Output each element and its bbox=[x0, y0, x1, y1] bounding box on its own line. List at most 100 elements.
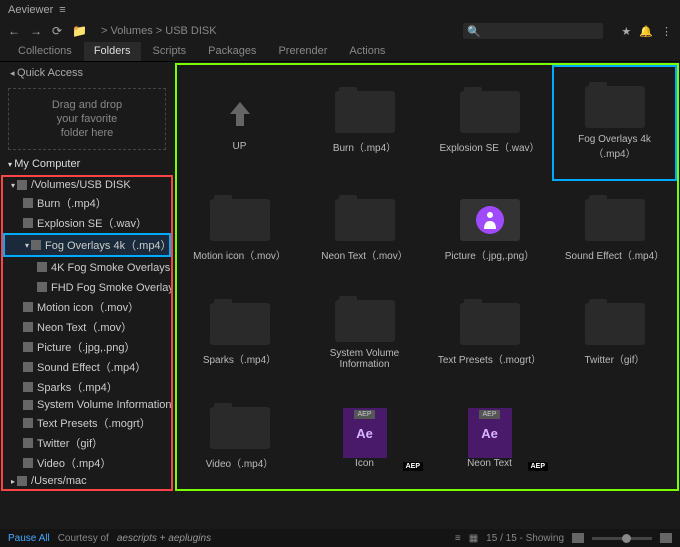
folder-icon bbox=[335, 91, 395, 133]
grid-sound[interactable]: Sound Effect（.mp4） bbox=[552, 181, 677, 282]
folder-icon bbox=[335, 300, 395, 342]
dropzone-line2: your favorite bbox=[57, 113, 118, 125]
aep-badge: AEP bbox=[403, 462, 423, 471]
courtesy-label: Courtesy of bbox=[58, 533, 109, 544]
folder-icon bbox=[23, 362, 33, 372]
star-icon[interactable]: ★ bbox=[621, 25, 631, 38]
bell-icon[interactable]: 🔔 bbox=[639, 25, 653, 38]
folder-icon bbox=[17, 476, 27, 486]
dropzone[interactable]: Drag and drop your favorite folder here bbox=[8, 88, 166, 150]
grid: UP Burn（.mp4） Explosion SE（.wav） Fog Ove… bbox=[175, 63, 679, 491]
up-icon bbox=[210, 93, 270, 135]
tree-fog[interactable]: Fog Overlays 4k（.mp4） bbox=[3, 233, 171, 257]
tree: /Volumes/USB DISK Burn（.mp4） Explosion S… bbox=[1, 175, 173, 491]
aep-badge: AEP bbox=[528, 462, 548, 471]
tree-explosion[interactable]: Explosion SE（.wav） bbox=[3, 213, 171, 233]
breadcrumb-usbdisk[interactable]: USB DISK bbox=[165, 25, 216, 37]
grid-neontext-aep[interactable]: AeNeon TextAEP bbox=[427, 389, 552, 490]
grid-motion[interactable]: Motion icon（.mov） bbox=[177, 181, 302, 282]
back-icon[interactable]: ← bbox=[8, 24, 20, 38]
picture-thumb bbox=[460, 199, 520, 241]
search-input[interactable]: 🔍 bbox=[463, 23, 603, 39]
grid-icon-aep[interactable]: AeIconAEP bbox=[302, 389, 427, 490]
grid-up[interactable]: UP bbox=[177, 65, 302, 181]
folder-icon bbox=[17, 180, 27, 190]
dropzone-line1: Drag and drop bbox=[52, 99, 122, 111]
folder-icon bbox=[210, 407, 270, 449]
folder-icon bbox=[23, 302, 33, 312]
folder-icon bbox=[210, 303, 270, 345]
tree-presets[interactable]: Text Presets（.mogrt） bbox=[3, 413, 171, 433]
tree-picture[interactable]: Picture（.jpg,.png） bbox=[3, 337, 171, 357]
grid-presets[interactable]: Text Presets（.mogrt） bbox=[427, 281, 552, 389]
tree-burn[interactable]: Burn（.mp4） bbox=[3, 193, 171, 213]
folder-icon bbox=[585, 199, 645, 241]
folder-icon bbox=[460, 91, 520, 133]
tab-actions[interactable]: Actions bbox=[339, 42, 395, 61]
tab-prerender[interactable]: Prerender bbox=[268, 42, 337, 61]
tree-fog4k[interactable]: 4K Fog Smoke Overlays（.mp4） bbox=[3, 257, 171, 277]
view-large-icon[interactable] bbox=[660, 533, 672, 543]
tree-motion[interactable]: Motion icon（.mov） bbox=[3, 297, 171, 317]
breadcrumb: > Volumes > USB DISK bbox=[101, 25, 217, 37]
aep-icon: Ae bbox=[343, 408, 387, 458]
tree-neon[interactable]: Neon Text（.mov） bbox=[3, 317, 171, 337]
aescripts-logo[interactable]: aescripts + aeplugins bbox=[117, 533, 211, 544]
folder-icon bbox=[23, 458, 33, 468]
folder-icon bbox=[23, 198, 33, 208]
grid-icon[interactable]: ▦ bbox=[469, 533, 478, 544]
dropzone-line3: folder here bbox=[61, 127, 114, 139]
tree-root[interactable]: /Volumes/USB DISK bbox=[3, 177, 171, 193]
folder-icon bbox=[37, 282, 47, 292]
grid-empty bbox=[552, 389, 677, 490]
tree-video[interactable]: Video（.mp4） bbox=[3, 453, 171, 473]
forward-icon[interactable]: → bbox=[30, 24, 42, 38]
tree-twitter[interactable]: Twitter（gif） bbox=[3, 433, 171, 453]
tab-scripts[interactable]: Scripts bbox=[143, 42, 197, 61]
grid-fog[interactable]: Fog Overlays 4k（.mp4） bbox=[552, 65, 677, 181]
folder-icon bbox=[23, 322, 33, 332]
refresh-icon[interactable]: ⟳ bbox=[52, 24, 62, 38]
grid-explosion[interactable]: Explosion SE（.wav） bbox=[427, 65, 552, 181]
grid-picture[interactable]: Picture（.jpg,.png） bbox=[427, 181, 552, 282]
count-label: 15 / 15 - Showing bbox=[486, 533, 564, 544]
quick-access[interactable]: Quick Access bbox=[0, 62, 174, 84]
folder-icon[interactable]: 📁 bbox=[72, 24, 87, 38]
folder-icon bbox=[23, 438, 33, 448]
my-computer[interactable]: My Computer bbox=[0, 154, 174, 174]
folder-icon bbox=[460, 303, 520, 345]
folder-icon bbox=[585, 303, 645, 345]
zoom-slider[interactable] bbox=[592, 537, 652, 540]
tab-collections[interactable]: Collections bbox=[8, 42, 82, 61]
grid-video[interactable]: Video（.mp4） bbox=[177, 389, 302, 490]
pause-all[interactable]: Pause All bbox=[8, 533, 50, 544]
folder-icon bbox=[23, 400, 33, 410]
tree-fogfhd[interactable]: FHD Fog Smoke Overlays（.mp4） bbox=[3, 277, 171, 297]
folder-icon bbox=[23, 382, 33, 392]
grid-neon[interactable]: Neon Text（.mov） bbox=[302, 181, 427, 282]
folder-icon bbox=[23, 342, 33, 352]
folder-icon bbox=[37, 262, 47, 272]
breadcrumb-volumes[interactable]: Volumes bbox=[111, 25, 153, 37]
grid-sparks[interactable]: Sparks（.mp4） bbox=[177, 281, 302, 389]
menu-icon[interactable]: ≡ bbox=[59, 4, 65, 16]
aep-icon: Ae bbox=[468, 408, 512, 458]
folder-icon bbox=[23, 218, 33, 228]
folder-icon bbox=[23, 418, 33, 428]
folder-icon bbox=[335, 199, 395, 241]
view-small-icon[interactable] bbox=[572, 533, 584, 543]
more-icon[interactable]: ⋮ bbox=[661, 25, 672, 38]
tree-mac[interactable]: /Users/mac bbox=[3, 473, 171, 489]
tab-packages[interactable]: Packages bbox=[198, 42, 266, 61]
tree-sysvol[interactable]: System Volume Information bbox=[3, 397, 171, 413]
list-icon[interactable]: ≡ bbox=[455, 533, 461, 544]
folder-icon bbox=[585, 86, 645, 128]
person-icon bbox=[476, 206, 504, 234]
tree-sparks[interactable]: Sparks（.mp4） bbox=[3, 377, 171, 397]
tab-folders[interactable]: Folders bbox=[84, 42, 141, 61]
grid-twitter[interactable]: Twitter（gif） bbox=[552, 281, 677, 389]
tree-sound[interactable]: Sound Effect（.mp4） bbox=[3, 357, 171, 377]
app-title: Aeviewer bbox=[8, 4, 53, 16]
grid-sysvol[interactable]: System Volume Information bbox=[302, 281, 427, 389]
grid-burn[interactable]: Burn（.mp4） bbox=[302, 65, 427, 181]
